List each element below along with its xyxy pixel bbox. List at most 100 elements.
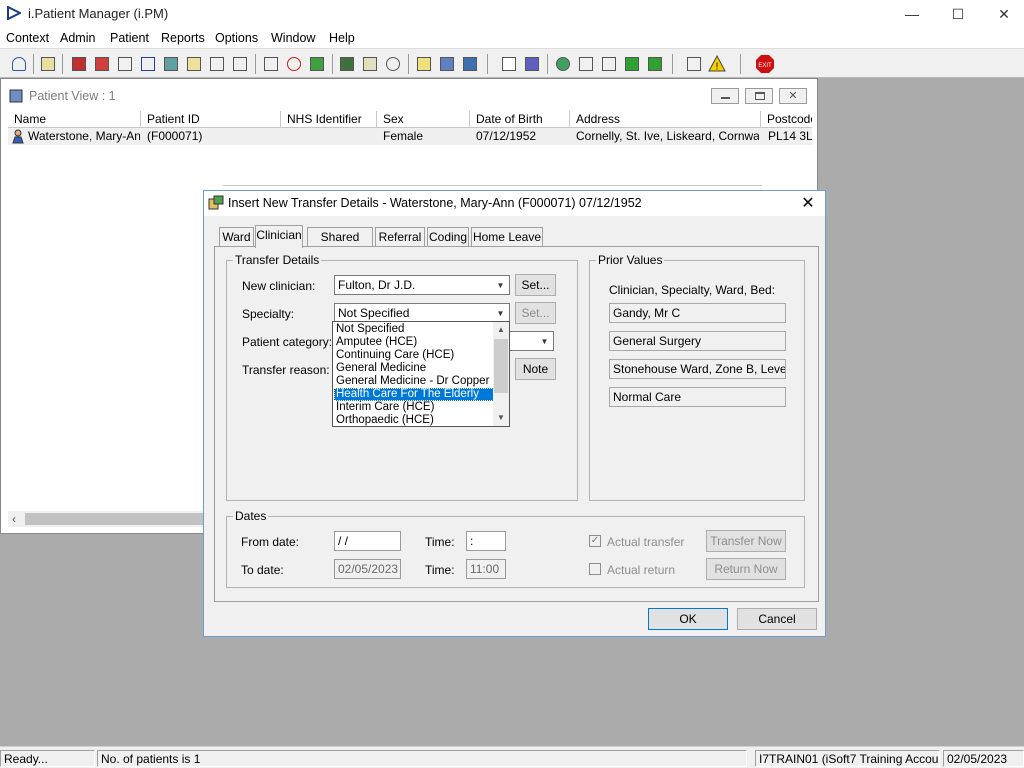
notes-icon[interactable] [184,54,204,74]
patient-category-label: Patient category: [242,335,333,349]
column-nhs-identifier[interactable]: NHS Identifier [281,111,377,128]
specialty-combo[interactable]: Not Specified ▼ [334,303,510,323]
menu-patient[interactable]: Patient [110,31,149,45]
scroll-left-icon[interactable]: ‹ [12,512,16,526]
toolbar-separator [62,54,63,74]
mdi-minimize-button[interactable] [711,88,739,104]
tab-referral[interactable]: Referral [375,227,425,247]
menu-reports[interactable]: Reports [161,31,205,45]
ambulance-icon[interactable] [437,54,457,74]
menu-admin[interactable]: Admin [60,31,95,45]
column-name[interactable]: Name [8,111,141,128]
list-item[interactable]: General Medicine [334,362,494,375]
mdi-restore-button[interactable] [745,88,773,104]
specialty-dropdown-list[interactable]: Not Specified Amputee (HCE) Continuing C… [332,321,510,427]
actual-return-checkbox[interactable] [589,563,601,575]
return-now-button[interactable]: Return Now [706,558,786,580]
menu-help[interactable]: Help [329,31,355,45]
scrollbar-thumb[interactable] [25,513,208,525]
to-time-field[interactable]: 11:00 [466,559,506,579]
list-item[interactable]: Continuing Care (HCE) [334,349,494,362]
tab-clinician[interactable]: Clinician [255,225,303,248]
transfer-now-button[interactable]: Transfer Now [706,530,786,552]
tab-coding[interactable]: Coding [427,227,469,247]
staff-icon[interactable] [460,54,480,74]
monitor-icon[interactable] [307,54,327,74]
tab-ward[interactable]: Ward [219,227,254,247]
to-date-field[interactable]: 02/05/2023 [334,559,401,579]
chevron-up-icon[interactable]: ▲ [493,322,509,338]
column-postcode[interactable]: Postcode [761,111,812,128]
cancel-button[interactable]: Cancel [737,608,817,630]
letter-icon[interactable] [360,54,380,74]
menu-options[interactable]: Options [215,31,258,45]
tab-home-leave[interactable]: Home Leave [471,227,543,247]
list-icon[interactable] [414,54,434,74]
swap-icon[interactable] [684,54,704,74]
patient-view-title: Patient View : 1 [29,89,116,103]
book-icon[interactable] [69,54,89,74]
warning-icon[interactable]: ! [707,54,727,74]
chevron-down-icon[interactable]: ▼ [492,304,509,322]
edit-icon[interactable] [92,54,112,74]
print-icon[interactable] [38,54,58,74]
set-clinician-button[interactable]: Set... [515,274,556,296]
set-specialty-button[interactable]: Set... [515,302,556,324]
patient-icon[interactable] [9,54,29,74]
column-patient-id[interactable]: Patient ID [141,111,281,128]
dialog-close-icon[interactable]: ✕ [796,193,820,213]
column-sex[interactable]: Sex [377,111,470,128]
dropdown-scrollbar[interactable]: ▲ ▼ [493,322,509,426]
ok-button[interactable]: OK [648,608,728,630]
list-item[interactable]: Not Specified [334,323,494,336]
chevron-down-icon[interactable]: ▼ [493,410,509,426]
green-check-icon[interactable] [622,54,642,74]
cell-name: Waterstone, Mary-Ann [28,129,140,143]
note-button[interactable]: Note [515,358,556,380]
new-clinician-combo[interactable]: Fulton, Dr J.D. ▼ [334,275,510,295]
from-time-field[interactable]: : [466,531,506,551]
patient-view-icon [9,89,23,103]
chart-icon[interactable] [337,54,357,74]
tick-icon[interactable] [599,54,619,74]
list-item[interactable]: Orthopaedic (HCE) [334,414,494,427]
column-address[interactable]: Address [570,111,761,128]
list-item[interactable]: Amputee (HCE) [334,336,494,349]
chevron-down-icon[interactable]: ▼ [536,332,553,350]
menu-context[interactable]: Context [6,31,49,45]
check-list-icon[interactable] [576,54,596,74]
toolbar-separator [672,54,673,74]
minimize-button[interactable]: — [889,0,935,28]
search-icon[interactable] [261,54,281,74]
scrollbar-thumb[interactable] [494,339,508,393]
bed-icon[interactable] [207,54,227,74]
menu-window[interactable]: Window [271,31,315,45]
chevron-down-icon[interactable]: ▼ [492,276,509,294]
clinician-icon[interactable] [161,54,181,74]
globe-icon[interactable] [553,54,573,74]
status-ready: Ready... [0,750,95,767]
cell-postcode: PL14 3L [768,129,812,143]
prior-specialty: General Surgery [609,331,786,351]
exit-icon[interactable]: EXIT [755,54,775,74]
horizontal-scrollbar[interactable]: ‹ [8,511,208,527]
bar-chart-icon[interactable] [522,54,542,74]
table-row[interactable]: Waterstone, Mary-Ann (F000071) Female 07… [8,128,812,145]
actual-transfer-checkbox[interactable]: ✓ [589,535,601,547]
mdi-close-button[interactable]: ✕ [779,88,807,104]
page-icon[interactable] [499,54,519,74]
tab-shared-care[interactable]: Shared Care [307,227,373,258]
close-button[interactable]: ✕ [981,0,1024,28]
list-item[interactable]: Interim Care (HCE) [334,401,494,414]
document-icon[interactable] [115,54,135,74]
list-item-selected[interactable]: Health Care For The Elderly [334,388,494,401]
clock-icon[interactable] [284,54,304,74]
list-item[interactable]: General Medicine - Dr Copper [334,375,494,388]
gauge-icon[interactable] [383,54,403,74]
transfer-icon[interactable] [230,54,250,74]
green-arrows-icon[interactable] [645,54,665,74]
maximize-button[interactable]: ☐ [935,0,981,28]
from-date-field[interactable]: / / [334,531,401,551]
mail-icon[interactable] [138,54,158,74]
column-dob[interactable]: Date of Birth [470,111,570,128]
